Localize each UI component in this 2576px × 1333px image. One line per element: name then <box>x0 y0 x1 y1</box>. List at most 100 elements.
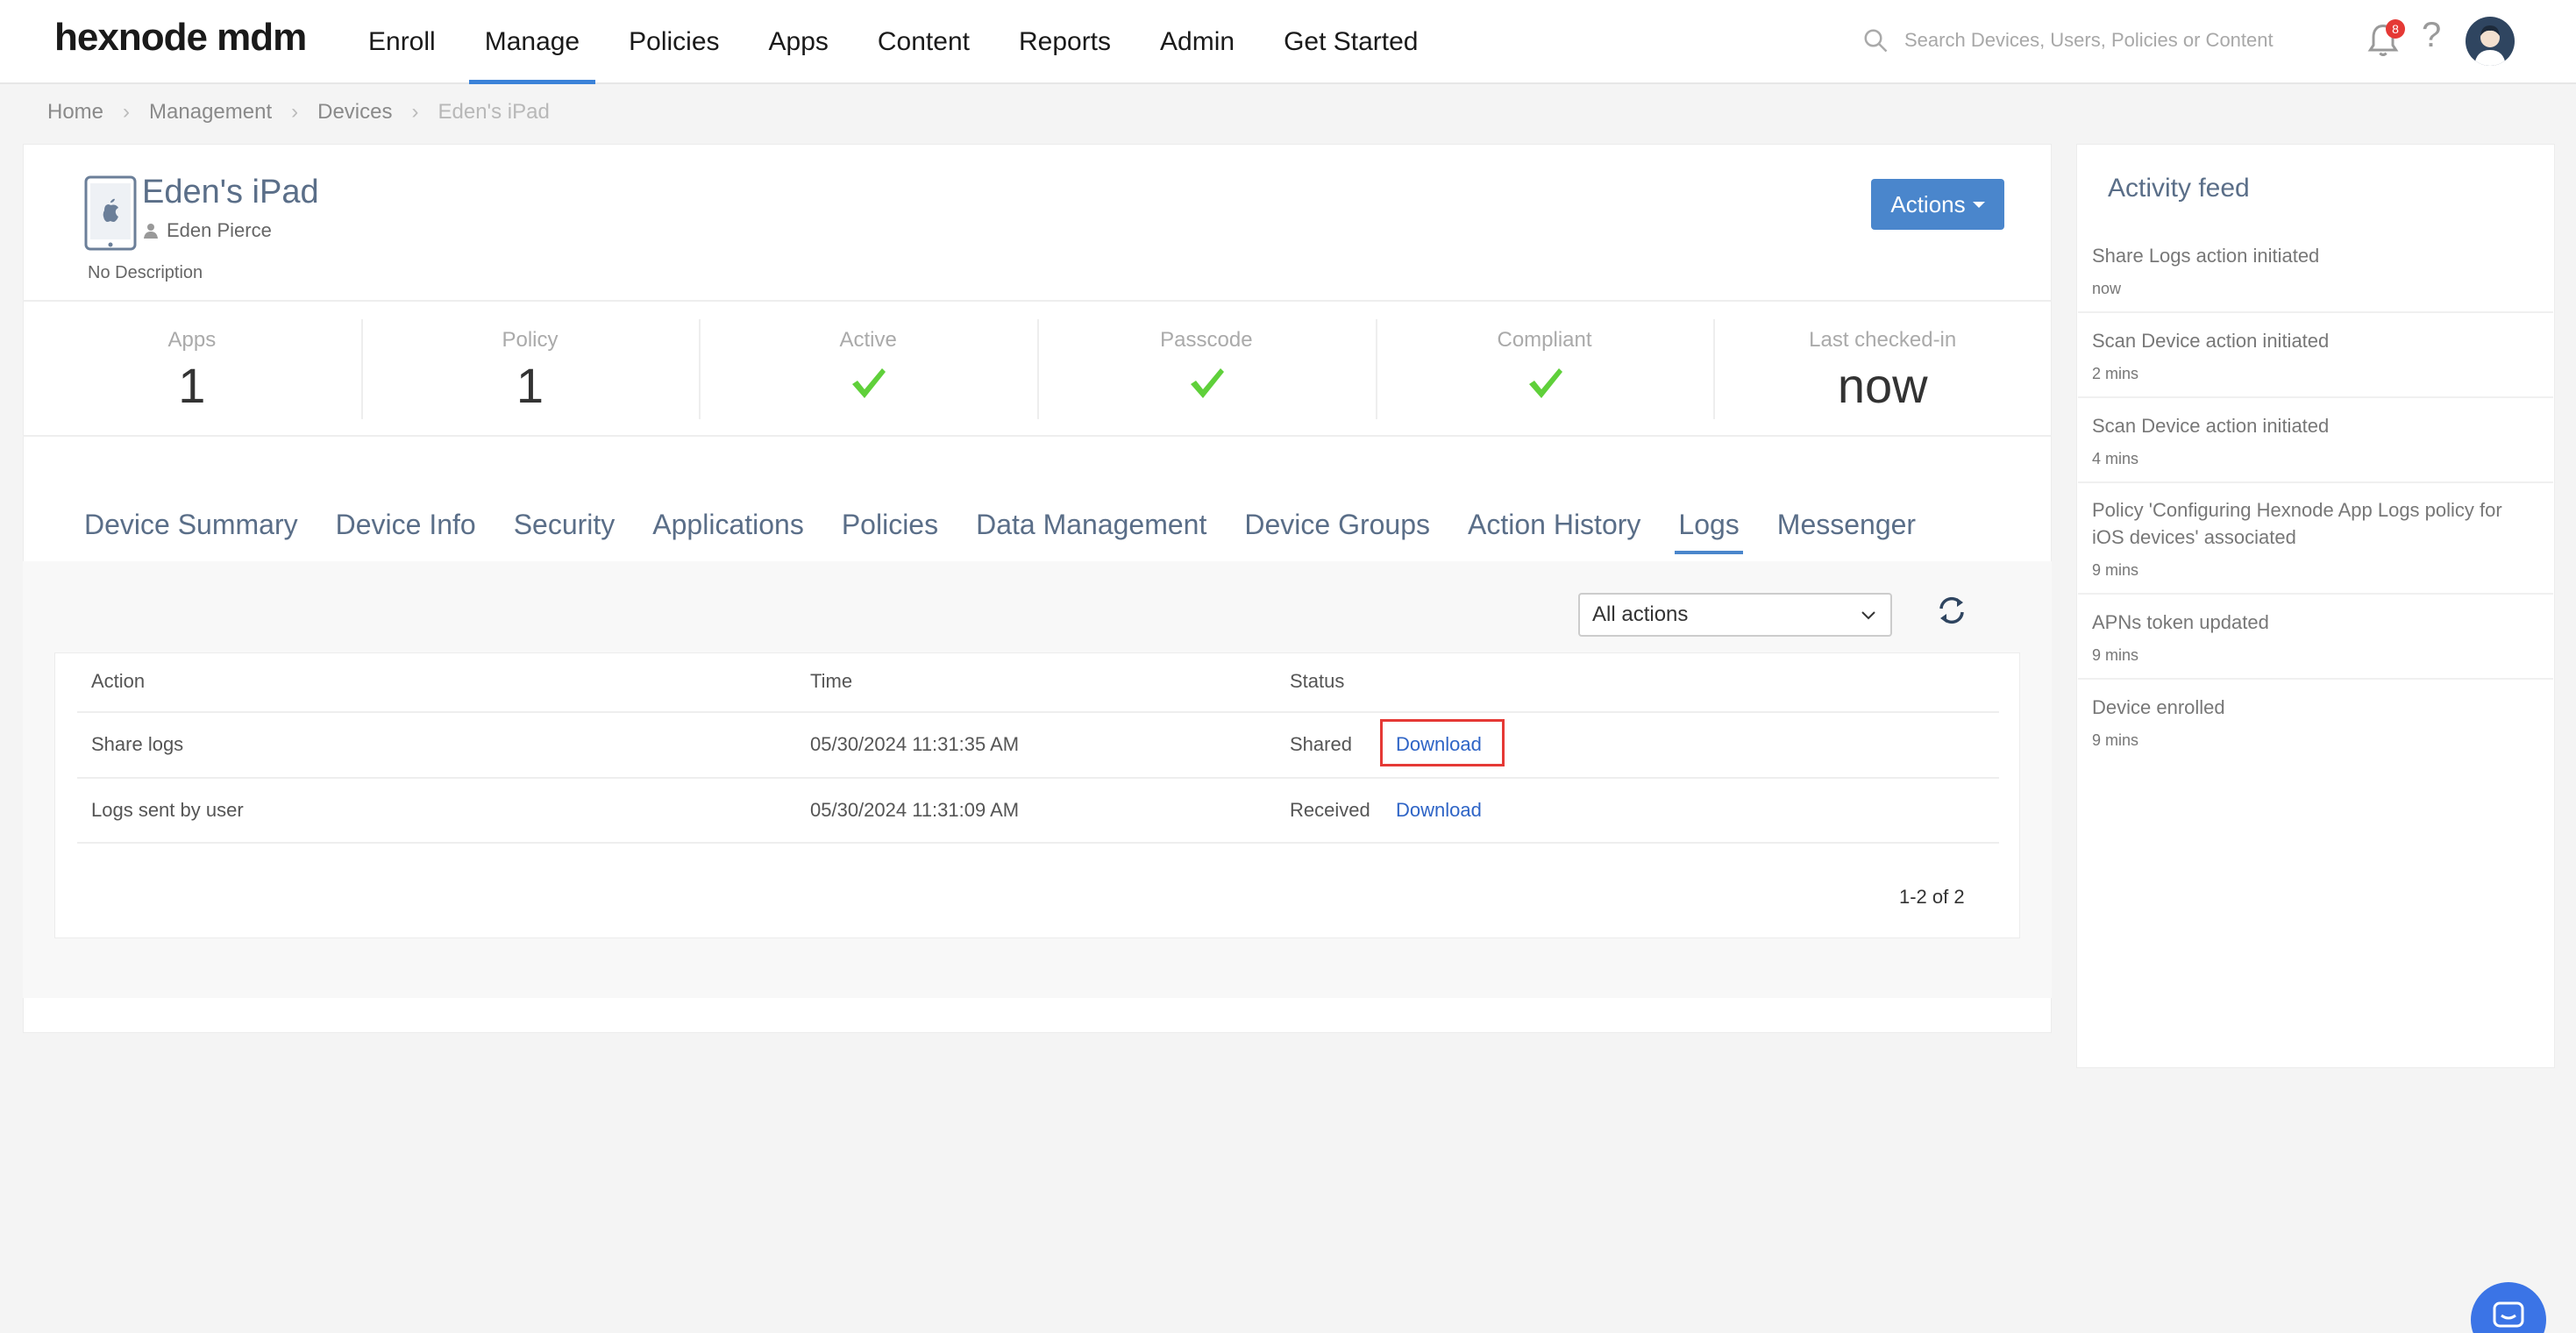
feed-divider <box>2078 396 2553 398</box>
tab-security[interactable]: Security <box>514 509 616 553</box>
tab-applications[interactable]: Applications <box>652 509 804 553</box>
tab-messenger[interactable]: Messenger <box>1777 509 1916 553</box>
stat-value: 1 <box>178 358 206 413</box>
nav-manage[interactable]: Manage <box>460 0 604 84</box>
feed-item[interactable]: Scan Device action initiated 2 mins <box>2092 327 2539 383</box>
highlight-box <box>1380 719 1505 766</box>
device-name: Eden's iPad <box>142 174 319 210</box>
stat-apps[interactable]: Apps 1 <box>23 302 361 435</box>
download-link[interactable]: Download <box>1396 799 1482 822</box>
chevron-down-icon <box>1861 611 1875 620</box>
breadcrumb-current: Eden's iPad <box>438 100 550 124</box>
feed-item[interactable]: Policy 'Configuring Hexnode App Logs pol… <box>2092 496 2539 580</box>
feed-item[interactable]: APNs token updated 9 mins <box>2092 609 2539 665</box>
nav-policies[interactable]: Policies <box>604 0 744 84</box>
feed-divider <box>2078 311 2553 313</box>
nav-admin[interactable]: Admin <box>1135 0 1259 84</box>
stat-active: Active <box>699 302 1037 435</box>
user-avatar[interactable] <box>2466 17 2515 66</box>
column-header-action: Action <box>91 670 146 692</box>
chat-icon <box>2493 1301 2524 1328</box>
feed-item-time: now <box>2092 280 2122 297</box>
tab-action-history[interactable]: Action History <box>1468 509 1640 553</box>
search-input[interactable] <box>1904 29 2308 52</box>
row-status: Shared <box>1290 733 1352 755</box>
tab-device-groups[interactable]: Device Groups <box>1244 509 1430 553</box>
breadcrumb: Home › Management › Devices › Eden's iPa… <box>47 100 550 125</box>
stat-label: Policy <box>502 328 559 352</box>
stat-policy[interactable]: Policy 1 <box>360 302 700 435</box>
device-stats: Apps 1 Policy 1 Active Passcode Complian… <box>23 300 2052 437</box>
global-search <box>1862 21 2318 60</box>
device-description: No Description <box>88 263 203 282</box>
tab-logs[interactable]: Logs <box>1675 509 1744 554</box>
device-user-name: Eden Pierce <box>167 219 272 241</box>
feed-item[interactable]: Scan Device action initiated 4 mins <box>2092 412 2539 468</box>
tab-data-management[interactable]: Data Management <box>976 509 1206 553</box>
feed-item[interactable]: Share Logs action initiated now <box>2092 242 2539 298</box>
chevron-right-icon: › <box>291 100 299 124</box>
nav-reports[interactable]: Reports <box>994 0 1135 84</box>
stat-compliant: Compliant <box>1375 302 1714 435</box>
breadcrumb-management[interactable]: Management <box>149 100 272 125</box>
feed-divider <box>2078 593 2553 595</box>
action-filter-select[interactable]: All actions <box>1578 593 1892 637</box>
nav-enroll[interactable]: Enroll <box>344 0 460 84</box>
feed-item-time: 9 mins <box>2092 731 2139 749</box>
tab-policies[interactable]: Policies <box>842 509 938 553</box>
feed-item-title: Scan Device action initiated <box>2092 330 2330 352</box>
nav-get-started[interactable]: Get Started <box>1259 0 1442 84</box>
feed-divider <box>2078 481 2553 483</box>
column-header-status: Status <box>1290 670 1345 692</box>
row-divider <box>77 842 1999 844</box>
logs-table <box>54 652 2020 938</box>
activity-feed-title: Activity feed <box>2108 174 2250 203</box>
column-header-time: Time <box>810 670 853 692</box>
device-tabs: Device Summary Device Info Security Appl… <box>84 509 1953 554</box>
stat-label: Apps <box>167 328 217 352</box>
check-icon <box>852 368 886 398</box>
nav-content[interactable]: Content <box>853 0 994 84</box>
feed-divider <box>2078 678 2553 680</box>
row-divider <box>77 777 1999 779</box>
tab-device-info[interactable]: Device Info <box>336 509 476 553</box>
feed-item-title: Scan Device action initiated <box>2092 415 2330 437</box>
refresh-icon[interactable] <box>1934 593 1969 628</box>
feed-item-title: APNs token updated <box>2092 611 2269 633</box>
feed-item[interactable]: Device enrolled 9 mins <box>2092 694 2539 750</box>
stat-label: Last checked-in <box>1809 328 1957 352</box>
actions-label: Actions <box>1890 190 1966 217</box>
ipad-icon <box>84 175 137 251</box>
chevron-right-icon: › <box>123 100 131 124</box>
feed-item-time: 4 mins <box>2092 450 2139 467</box>
feed-item-title: Device enrolled <box>2092 696 2225 718</box>
feed-item-time: 9 mins <box>2092 646 2139 664</box>
breadcrumb-devices[interactable]: Devices <box>317 100 392 125</box>
chat-widget-button[interactable] <box>2471 1282 2546 1333</box>
help-icon[interactable]: ? <box>2422 16 2441 55</box>
nav-apps[interactable]: Apps <box>744 0 853 84</box>
tab-device-summary[interactable]: Device Summary <box>84 509 298 553</box>
check-icon <box>1528 368 1562 398</box>
stat-value: 1 <box>516 358 544 413</box>
top-navigation-bar: hexnode mdm Enroll Manage Policies Apps … <box>0 0 2576 84</box>
stat-label: Active <box>839 328 897 352</box>
device-user[interactable]: Eden Pierce <box>142 219 272 242</box>
stat-label: Passcode <box>1160 328 1253 352</box>
hexnode-logo[interactable]: hexnode mdm <box>54 16 307 60</box>
check-icon <box>1190 368 1224 398</box>
breadcrumb-home[interactable]: Home <box>47 100 103 125</box>
stat-label: Compliant <box>1497 328 1592 352</box>
main-nav: Enroll Manage Policies Apps Content Repo… <box>344 0 1442 84</box>
chevron-right-icon: › <box>411 100 419 124</box>
feed-item-title: Share Logs action initiated <box>2092 245 2320 267</box>
feed-item-time: 2 mins <box>2092 365 2139 382</box>
row-time: 05/30/2024 11:31:35 AM <box>810 733 1020 755</box>
avatar-icon <box>2474 25 2506 66</box>
row-status: Received <box>1290 799 1370 821</box>
caret-down-icon <box>1972 201 1985 208</box>
actions-button[interactable]: Actions <box>1871 179 2004 230</box>
pagination-info: 1-2 of 2 <box>1899 886 1965 908</box>
row-action: Logs sent by user <box>91 799 244 821</box>
stat-passcode: Passcode <box>1037 302 1376 435</box>
